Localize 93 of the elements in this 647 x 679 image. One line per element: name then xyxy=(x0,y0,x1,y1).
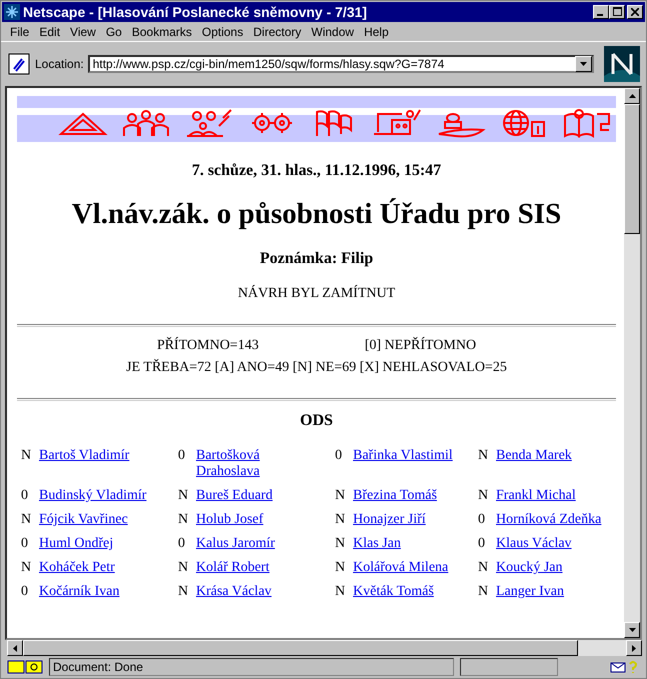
member-link[interactable]: Kolář Robert xyxy=(196,560,272,576)
dropdown-button[interactable] xyxy=(575,56,592,72)
member-link[interactable]: Fójcik Vavřinec xyxy=(39,512,131,528)
member-link[interactable]: Holub Josef xyxy=(196,512,266,528)
menu-item[interactable]: Bookmarks xyxy=(126,25,197,39)
vote-value: N xyxy=(178,560,190,576)
close-button[interactable] xyxy=(627,5,643,19)
location-field[interactable]: http://www.psp.cz/cgi-bin/mem1250/sqw/forms/hlasy.sqw?G=7874 xyxy=(88,55,594,73)
member-link[interactable]: Bartošková Drahoslava xyxy=(196,448,291,480)
vote-result: NÁVRH BYL ZAMÍTNUT xyxy=(236,286,396,302)
member-link[interactable]: Bureš Eduard xyxy=(196,488,276,504)
vote-value: N xyxy=(335,560,346,576)
vote-value: N xyxy=(478,448,490,464)
party-heading: ODS xyxy=(299,412,334,430)
member-link[interactable]: Bartoš Vladimír xyxy=(39,448,132,464)
member-link[interactable]: Frankl Michal xyxy=(496,488,579,504)
vote-value: 0 xyxy=(478,536,486,552)
menu-item[interactable]: View xyxy=(65,25,101,39)
scroll-left-button[interactable] xyxy=(7,640,23,656)
vote-value: 0 xyxy=(478,512,486,528)
vote-value: N xyxy=(335,584,346,600)
menu-item[interactable]: Edit xyxy=(34,25,66,39)
member-link[interactable]: Kolářová Milena xyxy=(353,560,452,576)
member-link[interactable]: Benda Marek xyxy=(496,448,575,464)
session-info: 7. schůze, 31. hlas., 11.12.1996, 15:47 xyxy=(190,162,442,180)
vote-value: 0 xyxy=(21,488,29,504)
member-link[interactable]: Langer Ivan xyxy=(496,584,568,600)
caret-icon xyxy=(580,62,587,66)
vote-value: 0 xyxy=(21,536,29,552)
right-arrow-icon xyxy=(632,644,636,652)
menu-item[interactable]: Options xyxy=(196,25,248,39)
member-link[interactable]: Horníková Zdeňka xyxy=(496,512,604,528)
vote-value: N xyxy=(478,560,490,576)
absent-legend: [0] NEPŘÍTOMNO xyxy=(364,338,476,354)
vote-value: N xyxy=(21,512,32,528)
member-link[interactable]: Květák Tomáš xyxy=(353,584,437,600)
people-icon[interactable] xyxy=(120,108,172,138)
member-link[interactable]: Krása Václav xyxy=(196,584,275,600)
menu-item[interactable]: File xyxy=(5,25,34,39)
member-link[interactable]: Klaus Václav xyxy=(496,536,575,552)
member-link[interactable]: Huml Ondřej xyxy=(39,536,116,552)
down-arrow-icon xyxy=(628,628,636,632)
location-label: Location: xyxy=(35,57,84,71)
vote-value: N xyxy=(178,488,190,504)
vote-value: 0 xyxy=(178,448,186,464)
vote-value: N xyxy=(21,448,32,464)
window-title: Netscape - [Hlasování Poslanecké sněmovny - 7/31] xyxy=(23,4,368,20)
vote-value: N xyxy=(335,536,346,552)
vertical-scrollbar[interactable] xyxy=(624,88,640,638)
vote-value: N xyxy=(335,488,346,504)
member-link[interactable]: Honajzer Jiří xyxy=(353,512,429,528)
up-arrow-icon xyxy=(628,94,636,98)
member-link[interactable]: Budinský Vladimír xyxy=(39,488,150,504)
vote-value: N xyxy=(178,512,190,528)
scroll-down-button[interactable] xyxy=(624,622,640,638)
left-arrow-icon xyxy=(13,644,17,652)
menu-item[interactable]: Directory xyxy=(248,25,306,39)
member-link[interactable]: Kočárník Ivan xyxy=(39,584,122,600)
book-icon[interactable] xyxy=(561,108,613,138)
vote-value: N xyxy=(478,584,490,600)
maximize-button[interactable] xyxy=(609,5,625,19)
minimize-button[interactable] xyxy=(593,5,609,19)
mail-icon[interactable] xyxy=(610,660,640,674)
vote-value: 0 xyxy=(335,448,343,464)
netscape-logo xyxy=(604,46,640,82)
member-link[interactable]: Klas Jan xyxy=(353,536,404,552)
member-link[interactable]: Koháček Petr xyxy=(39,560,118,576)
member-link[interactable]: Kalus Jaromír xyxy=(196,536,278,552)
status-text: Document: Done xyxy=(49,658,454,676)
vote-value: N xyxy=(478,488,490,504)
member-link[interactable]: Březina Tomáš xyxy=(353,488,440,504)
scroll-up-button[interactable] xyxy=(624,88,640,104)
security-icon[interactable] xyxy=(7,660,43,674)
present-count: PŘÍTOMNO=143 xyxy=(156,338,259,354)
member-link[interactable]: Koucký Jan xyxy=(496,560,566,576)
vote-value: 0 xyxy=(178,536,186,552)
maximize-icon xyxy=(612,7,622,16)
vote-note: Poznámka: Filip xyxy=(258,250,374,268)
close-icon xyxy=(631,8,639,16)
menu-item[interactable]: Help xyxy=(358,25,394,39)
menu-item[interactable]: Window xyxy=(306,25,359,39)
vote-value: 0 xyxy=(21,584,29,600)
app-icon xyxy=(4,4,20,20)
vote-value: N xyxy=(178,584,190,600)
member-link[interactable]: Bařinka Vlastimil xyxy=(353,448,456,464)
bookmark-icon[interactable] xyxy=(7,52,31,76)
scroll-right-button[interactable] xyxy=(626,640,642,656)
menu-item[interactable]: Go xyxy=(100,25,127,39)
vote-title: Vl.náv.zák. o působnosti Úřadu pro SIS xyxy=(70,198,562,231)
vote-tally: JE TŘEBA=72 [A] ANO=49 [N] NE=69 [X] NEHLASOVALO=25 xyxy=(125,360,508,376)
vote-value: N xyxy=(21,560,32,576)
scroll-thumb[interactable] xyxy=(624,104,640,234)
vote-value: N xyxy=(335,512,346,528)
